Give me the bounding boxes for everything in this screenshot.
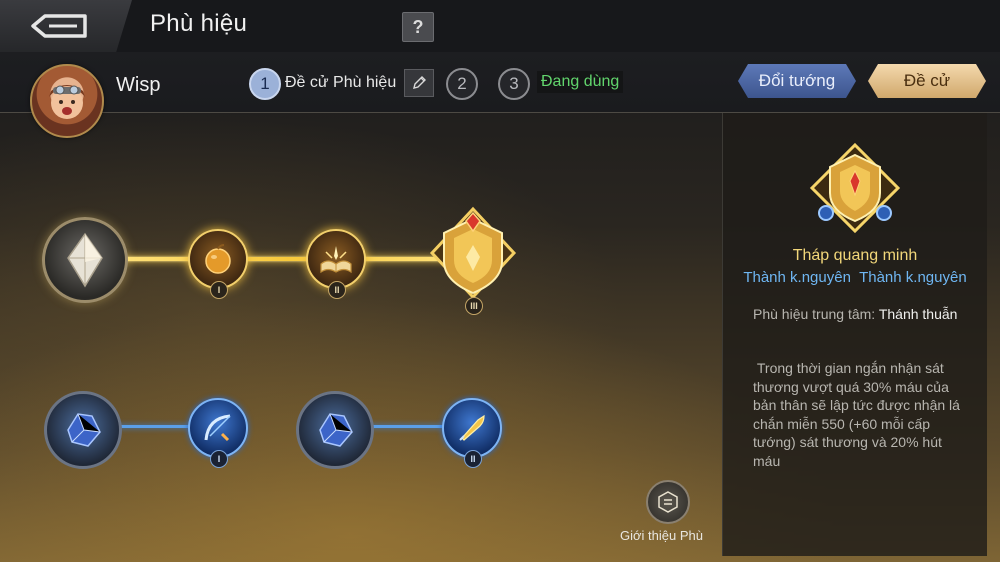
- emblem-detail-panel: Tháp quang minh Thành k.nguyên Thành k.n…: [722, 113, 987, 556]
- emblem-tags: Thành k.nguyên Thành k.nguyên: [723, 269, 987, 286]
- step-indicator: 1 Đề cử Phù hiệu 2 3 Đang dùng: [0, 52, 700, 112]
- bullet-icon: [459, 414, 485, 441]
- crystal-icon: [67, 232, 103, 288]
- intro-label[interactable]: Giới thiệu Phù: [620, 528, 703, 543]
- page-title: Phù hiệu: [150, 10, 248, 37]
- core-emblem-value: Thánh thuẫn: [878, 306, 958, 322]
- gold-node-tier-3[interactable]: III: [428, 205, 518, 315]
- blue-root-node-2[interactable]: [296, 391, 374, 469]
- book-icon: [320, 246, 352, 274]
- blue-link-line-2: [366, 425, 444, 428]
- back-arrow-icon: [31, 14, 87, 38]
- emblem-description: Trong thời gian ngắn nhận sát thương vượ…: [753, 360, 964, 469]
- gold-node-tier-2[interactable]: II: [306, 229, 366, 299]
- blue-crystal-icon: [67, 413, 101, 447]
- blue-node-1-tier-1[interactable]: I: [188, 398, 248, 468]
- edit-button[interactable]: [404, 69, 434, 97]
- tier-badge: II: [328, 281, 346, 299]
- blue-root-node-1[interactable]: [44, 391, 122, 469]
- help-button[interactable]: ?: [402, 12, 434, 42]
- emblem-tag: Thành k.nguyên: [743, 269, 851, 286]
- intro-button[interactable]: [646, 480, 690, 524]
- suggest-button[interactable]: Đề cử: [868, 64, 986, 98]
- top-bar: Phù hiệu ?: [0, 0, 1000, 52]
- step-3[interactable]: 3: [498, 68, 530, 100]
- core-emblem-text: Phù hiệu trung tâm: Thánh thuẫn: [753, 305, 963, 324]
- step-3-label[interactable]: Đang dùng: [537, 71, 624, 93]
- blue-crystal-icon: [319, 413, 353, 447]
- step-1[interactable]: 1: [249, 68, 281, 100]
- back-button[interactable]: [0, 0, 132, 52]
- tier-badge: I: [210, 450, 228, 468]
- tier-badge: III: [465, 297, 483, 315]
- tier-badge: I: [210, 281, 228, 299]
- gold-node-tier-1[interactable]: I: [188, 229, 248, 299]
- blue-node-2-tier-2[interactable]: II: [442, 398, 502, 468]
- shield-emblem-icon: [429, 206, 517, 300]
- pencil-icon: [413, 76, 426, 89]
- selected-emblem-icon: [809, 142, 901, 234]
- emblem-info-icon: [658, 491, 678, 513]
- swap-hero-button[interactable]: Đổi tướng: [738, 64, 856, 98]
- emblem-tree: I II III I II: [0, 113, 720, 562]
- bow-icon: [204, 414, 231, 442]
- step-2[interactable]: 2: [446, 68, 478, 100]
- emblem-tag: Thành k.nguyên: [859, 269, 967, 286]
- gold-link-line: [118, 257, 458, 261]
- apple-icon: [205, 244, 231, 274]
- step-1-label[interactable]: Đề cử Phù hiệu: [285, 74, 396, 92]
- tier-badge: II: [464, 450, 482, 468]
- emblem-title: Tháp quang minh: [792, 247, 918, 264]
- gold-root-node[interactable]: [42, 217, 128, 303]
- blue-link-line-1: [114, 425, 190, 428]
- core-emblem-label: Phù hiệu trung tâm:: [753, 306, 876, 322]
